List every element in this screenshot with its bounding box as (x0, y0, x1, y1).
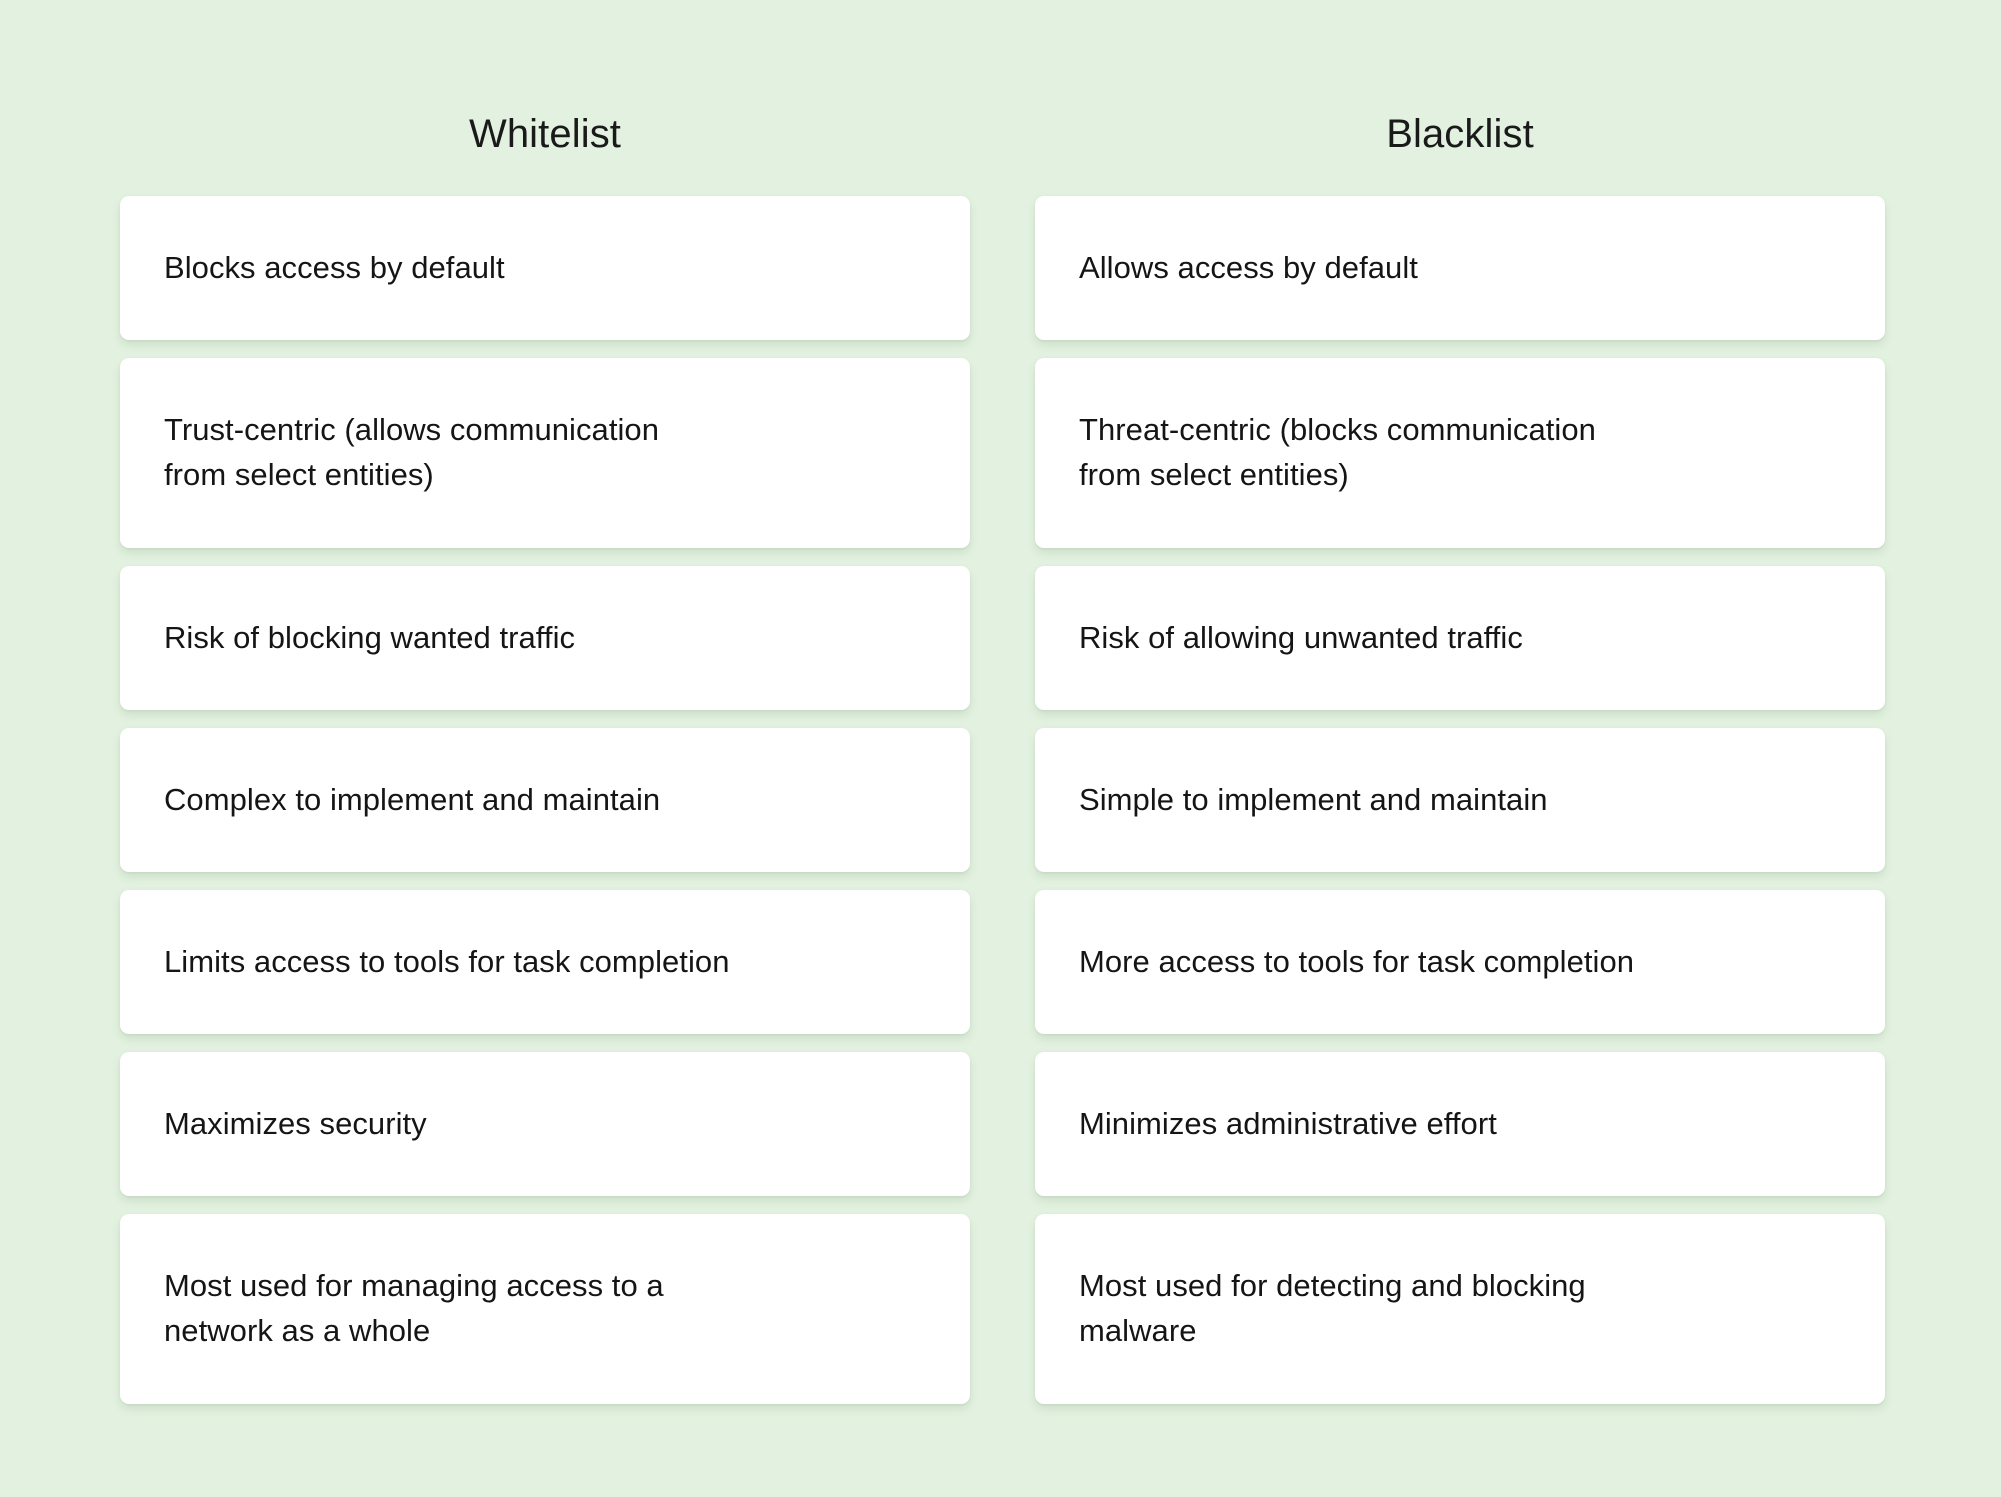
comparison-columns: Whitelist Blocks access by default Trust… (120, 110, 1885, 1404)
card-text: Trust-centric (allows communication from… (164, 412, 660, 492)
comparison-column-blacklist: Blacklist Allows access by default Threa… (1035, 110, 1885, 1404)
card-text: Risk of blocking wanted traffic (164, 619, 576, 655)
card-whitelist-7: Most used for managing access to a netwo… (120, 1214, 970, 1404)
card-text: Allows access by default (1079, 249, 1418, 285)
card-text: Risk of allowing unwanted traffic (1079, 619, 1523, 655)
card-text: Simple to implement and maintain (1079, 781, 1548, 817)
card-text: Most used for detecting and blocking mal… (1079, 1268, 1586, 1348)
column-title-blacklist: Blacklist (1386, 112, 1534, 156)
comparison-board: Whitelist Blocks access by default Trust… (0, 0, 2001, 1497)
card-blacklist-5: More access to tools for task completion (1035, 890, 1885, 1034)
card-blacklist-2: Threat-centric (blocks communication fro… (1035, 358, 1885, 548)
card-text: Complex to implement and maintain (164, 781, 661, 817)
card-whitelist-5: Limits access to tools for task completi… (120, 890, 970, 1034)
column-title-whitelist: Whitelist (468, 112, 622, 156)
card-text: Most used for managing access to a netwo… (164, 1268, 664, 1348)
card-text: Threat-centric (blocks communication fro… (1079, 412, 1596, 492)
card-blacklist-6: Minimizes administrative effort (1035, 1052, 1885, 1196)
card-blacklist-3: Risk of allowing unwanted traffic (1035, 566, 1885, 710)
card-whitelist-6: Maximizes security (120, 1052, 970, 1196)
card-whitelist-1: Blocks access by default (120, 196, 970, 340)
comparison-column-whitelist: Whitelist Blocks access by default Trust… (120, 110, 970, 1404)
card-whitelist-4: Complex to implement and maintain (120, 728, 970, 872)
card-text: Minimizes administrative effort (1079, 1105, 1497, 1141)
card-list-blacklist: Allows access by default Threat-centric … (1035, 196, 1885, 1404)
card-blacklist-7: Most used for detecting and blocking mal… (1035, 1214, 1885, 1404)
card-text: Maximizes security (164, 1105, 427, 1141)
card-whitelist-2: Trust-centric (allows communication from… (120, 358, 970, 548)
card-list-whitelist: Blocks access by default Trust-centric (… (120, 196, 970, 1404)
card-text: More access to tools for task completion (1079, 943, 1635, 979)
card-text: Blocks access by default (164, 249, 505, 285)
card-blacklist-4: Simple to implement and maintain (1035, 728, 1885, 872)
card-blacklist-1: Allows access by default (1035, 196, 1885, 340)
card-whitelist-3: Risk of blocking wanted traffic (120, 566, 970, 710)
card-text: Limits access to tools for task completi… (164, 943, 730, 979)
